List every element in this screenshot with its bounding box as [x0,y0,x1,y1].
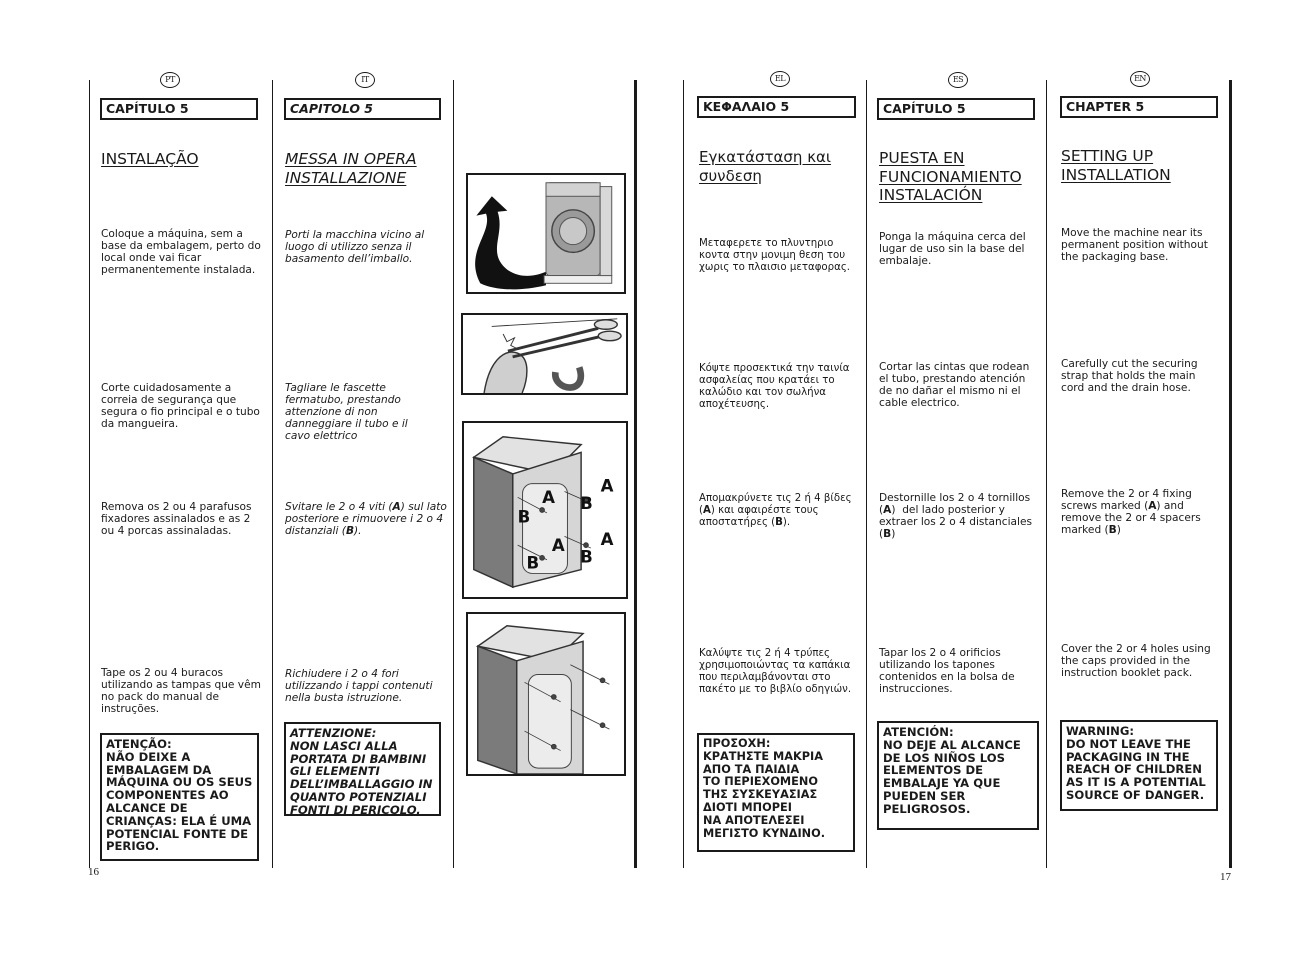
step-2-pt: Corte cuidadosamente a correia de segura… [101,382,260,430]
step-3-pt: Remova os 2 ou 4 parafusos fixadores ass… [101,501,252,537]
language-badge-en: EN [1130,71,1150,87]
step-2-en: Carefully cut the securing strap that ho… [1061,358,1198,394]
step-4-pt: Tape os 2 ou 4 buracos utilizando as tam… [101,667,261,715]
page-edge-rule [1229,80,1232,868]
chapter-heading-pt: CAPÍTULO 5 [100,98,258,120]
language-badge-el: EL [770,71,790,87]
warning-box-it: ATTENZIONE: NON LASCI ALLA PORTATA DI BA… [284,722,441,816]
step-4-es: Tapar los 2 o 4 orificios utilizando los… [879,647,1015,695]
chapter-heading-en: CHAPTER 5 [1060,96,1218,118]
scissors-icon [507,319,622,359]
section-title-it: MESSA IN OPERA INSTALLAZIONE [285,150,417,187]
figure-remove-screws: A A A A B B B B [462,421,628,599]
warning-box-es: ATENCIÓN: NO DEJE AL ALCANCE DE LOS NIÑO… [877,721,1039,830]
column-rule [89,80,90,868]
page-number-right: 17 [1220,871,1231,883]
column-rule [272,80,273,868]
step-2-it: Tagliare le fascette fermatubo, prestand… [285,382,408,442]
section-title-el: Εγκατάσταση και συνδεση [699,148,832,185]
warning-box-en: WARNING: DO NOT LEAVE THE PACKAGING IN T… [1060,720,1218,811]
chapter-heading-es: CAPÍTULO 5 [877,98,1035,120]
label-a: A [601,530,614,549]
figure-cut-strap [461,313,628,395]
label-b: B [580,494,593,513]
step-1-es: Ponga la máquina cerca del lugar de uso … [879,231,1026,267]
rear-view-screws-illustration: A A A A B B B B [471,436,614,589]
warning-text-pt: ATENÇÃO: NÃO DEIXE A EMBALAGEM DA MÁQUIN… [106,737,253,854]
rear-view-holes-illustration [475,624,610,774]
label-a: A [601,476,614,495]
label-a: A [542,488,555,507]
label-b: B [526,554,539,573]
cut-burst-icon [502,333,520,352]
step-1-el: Μεταφερετε το πλυντηριο κοντα στην μονιμ… [699,238,851,273]
step-3-el: Απομακρύνετε τις 2 ή 4 βίδες (A) και αφα… [699,493,852,528]
step-4-en: Cover the 2 or 4 holes using the caps pr… [1061,643,1211,679]
section-title-en: SETTING UP INSTALLATION [1061,147,1171,184]
step-1-en: Move the machine near its permanent posi… [1061,227,1208,263]
label-b: B [518,508,531,527]
language-badge-pt: PT [160,72,180,88]
step-2-es: Cortar las cintas que rodean el tubo, pr… [879,361,1030,409]
page-number-left: 16 [88,866,99,878]
step-2-el: Κόψτε προσεκτικά την ταινία ασφαλείας πο… [699,363,850,410]
step-1-pt: Coloque a máquina, sem a base da embalag… [101,228,261,276]
curved-arrow-icon [475,196,546,290]
warning-box-pt: ATENÇÃO: NÃO DEIXE A EMBALAGEM DA MÁQUIN… [100,733,259,861]
label-a: A [552,536,565,555]
step-1-it: Porti la macchina vicino al luogo di uti… [285,229,425,265]
language-badge-es: ES [948,72,968,88]
scissors-illustration [483,318,622,393]
warning-text-el: ΠΡΟΣΟΧΗ: ΚΡΑΤΗΣΤΕ ΜΑΚΡΙΑ ΑΠΟ ΤΑ ΠΑΙΔΙΑ Τ… [703,737,826,840]
step-4-el: Καλύψτε τις 2 ή 4 τρύπες χρησιμοποιώντας… [699,648,852,695]
column-rule [453,80,454,868]
step-4-it: Richiudere i 2 o 4 fori utilizzando i ta… [285,668,433,704]
step-3-es: Destornille los 2 o 4 tornillos (A) del … [879,492,1033,540]
step-3-en: Remove the 2 or 4 fixing screws marked (… [1061,488,1201,536]
column-rule [866,80,867,868]
figure-cover-holes [466,612,626,776]
warning-text-it: ATTENZIONE: NON LASCI ALLA PORTATA DI BA… [290,726,433,817]
page-gutter-rule [634,80,637,868]
chapter-heading-el: ΚΕΦΑΛΑΙΟ 5 [697,96,856,118]
chapter-heading-it: CAPITOLO 5 [284,98,441,120]
language-badge-it: IT [355,72,375,88]
warning-box-el: ΠΡΟΣΟΧΗ: ΚΡΑΤΗΣΤΕ ΜΑΚΡΙΑ ΑΠΟ ΤΑ ΠΑΙΔΙΑ Τ… [697,733,855,852]
column-rule [683,80,684,868]
step-3-it: Svitare le 2 o 4 viti (A) sul lato poste… [285,501,447,537]
section-title-pt: INSTALAÇÃO [101,150,199,168]
label-b: B [580,548,593,567]
section-title-es: PUESTA EN FUNCIONAMIENTO INSTALACIÓN [879,149,1022,204]
washing-machine-icon [543,182,613,284]
warning-text-en: WARNING: DO NOT LEAVE THE PACKAGING IN T… [1066,724,1206,802]
warning-text-es: ATENCIÓN: NO DEJE AL ALCANCE DE LOS NIÑO… [883,725,1021,816]
figure-remove-base [466,173,626,294]
washing-machine-illustration [475,182,613,290]
